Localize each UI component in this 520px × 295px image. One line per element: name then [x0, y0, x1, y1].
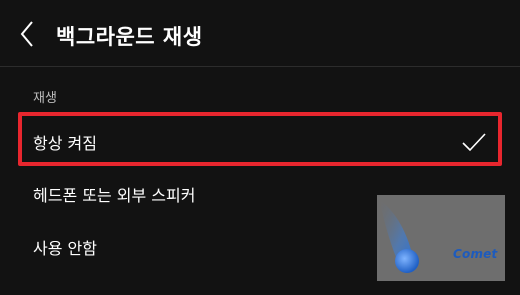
page-title: 백그라운드 재생 — [56, 25, 203, 49]
option-label: 사용 안함 — [33, 239, 97, 258]
option-always-on[interactable]: 항상 켜짐 — [0, 115, 520, 169]
option-label: 헤드폰 또는 외부 스피커 — [33, 186, 196, 205]
back-button[interactable] — [10, 17, 44, 51]
comet-logo — [379, 199, 419, 273]
comet-watermark: Comet — [377, 195, 505, 281]
section-label: 재생 — [33, 91, 57, 106]
chevron-left-icon — [20, 21, 33, 47]
watermark-text: Comet — [453, 247, 498, 261]
option-label: 항상 켜짐 — [33, 134, 97, 153]
app-header: 백그라운드 재생 — [0, 0, 520, 67]
checkmark-icon — [462, 133, 486, 152]
